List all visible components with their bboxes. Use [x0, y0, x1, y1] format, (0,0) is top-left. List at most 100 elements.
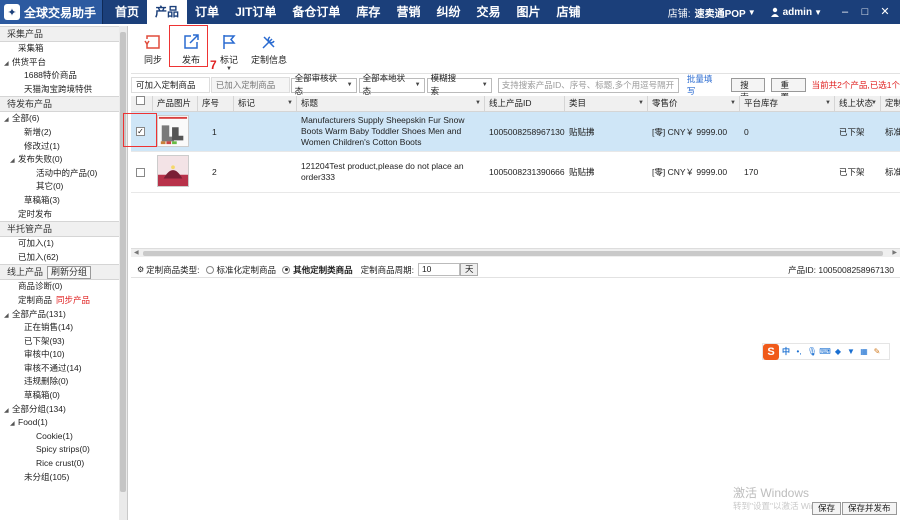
close-icon[interactable]: ✕	[878, 5, 892, 19]
sidebar-item[interactable]: 草稿箱(3)	[0, 194, 127, 208]
col-category[interactable]: 类目 ▼	[565, 96, 648, 112]
sidebar-item[interactable]: 可加入(1)	[0, 237, 127, 251]
table-row[interactable]: 2 121204Test product,please do not place…	[131, 152, 900, 193]
table-horizontal-scrollbar[interactable]: ◀ ▶	[131, 248, 900, 257]
chevron-down-icon[interactable]: ▼	[814, 8, 822, 17]
product-thumbnail-cake[interactable]	[157, 155, 189, 187]
sidebar-item[interactable]: Spicy strips(0)	[0, 443, 127, 457]
skin-icon[interactable]: ◆	[832, 347, 844, 356]
refresh-groups-button[interactable]: 刷新分组	[47, 265, 92, 279]
nav-products[interactable]: 产品	[147, 0, 188, 24]
search-button[interactable]: 搜索	[731, 78, 766, 102]
scroll-right-icon[interactable]: ▶	[892, 249, 897, 258]
sidebar-section-header[interactable]: 待发布产品	[0, 96, 127, 113]
tool-icon[interactable]: ✎	[871, 347, 883, 356]
custom-info-button[interactable]: 定制信息	[247, 30, 291, 70]
nav-inventory[interactable]: 库存	[348, 0, 388, 24]
col-status[interactable]: 线上状态 ▼	[835, 96, 881, 112]
nav-images[interactable]: 图片	[508, 0, 548, 24]
expand-triangle-icon[interactable]: ◢	[4, 310, 12, 324]
batch-fill-link[interactable]: 批量填写	[687, 73, 719, 97]
sidebar-item[interactable]: 商品诊断(0)	[0, 280, 127, 294]
sidebar-item[interactable]: ◢ 发布失败(0)	[0, 153, 127, 167]
sidebar-item[interactable]: Cookie(1)	[0, 430, 127, 444]
sidebar-item[interactable]: 天猫淘宝跨境特供	[0, 83, 127, 97]
sogou-logo-icon[interactable]: S	[763, 343, 779, 360]
sidebar-item[interactable]: 定时发布	[0, 208, 127, 222]
col-product-id[interactable]: 线上产品ID	[485, 96, 565, 112]
nav-orders[interactable]: 订单	[187, 0, 227, 24]
scrollbar-thumb[interactable]	[143, 251, 883, 256]
ime-toolbar[interactable]: S 中 •, 🎙︎ ⌨ ◆ ▼ ▦ ✎	[762, 343, 890, 360]
sidebar-item[interactable]: 新增(2)	[0, 126, 127, 140]
search-mode-select[interactable]: 模糊搜索 ▼	[426, 73, 492, 96]
row-checkbox[interactable]	[136, 167, 145, 177]
scrollbar-thumb[interactable]	[120, 32, 126, 492]
save-button[interactable]: 保存	[812, 502, 842, 515]
sidebar-item[interactable]: ◢ Food(1)	[0, 416, 127, 430]
nav-disputes[interactable]: 纠纷	[428, 0, 468, 24]
radio-other[interactable]	[282, 265, 291, 274]
sidebar-item[interactable]: 已下架(93)	[0, 335, 127, 349]
tab-can-add[interactable]: 可加入定制商品 (2)	[131, 77, 210, 105]
expand-triangle-icon[interactable]: ◢	[4, 114, 12, 128]
punctuation-icon[interactable]: •,	[793, 347, 805, 356]
nav-home[interactable]: 首页	[107, 0, 147, 24]
sidebar-item[interactable]: 草稿箱(0)	[0, 389, 127, 403]
shop-selector[interactable]: 速卖通POP	[695, 5, 746, 20]
col-stock[interactable]: 平台库存 ▼	[740, 96, 835, 112]
nav-transactions[interactable]: 交易	[468, 0, 508, 24]
col-mark[interactable]: 标记 ▼	[234, 96, 297, 112]
select-all-checkbox[interactable]	[136, 96, 145, 105]
local-status-select[interactable]: 全部本地状态 ▼	[358, 73, 425, 96]
expand-triangle-icon[interactable]: ◢	[10, 155, 18, 169]
nav-stock-orders[interactable]: 备仓订单	[284, 0, 348, 24]
sidebar-item[interactable]: 未分组(105)	[0, 471, 127, 485]
audit-status-select[interactable]: 全部审核状态 ▼	[290, 73, 357, 96]
tab-added[interactable]: 已加入定制商品 (3)	[210, 77, 290, 105]
col-index[interactable]: 序号	[198, 96, 234, 112]
maximize-icon[interactable]: □	[858, 5, 872, 19]
keyboard-icon[interactable]: ⌨	[819, 347, 831, 356]
sync-products-link[interactable]: 同步产品	[56, 295, 90, 305]
expand-triangle-icon[interactable]: ◢	[4, 58, 12, 72]
save-publish-button[interactable]: 保存并发布	[842, 502, 897, 515]
col-title[interactable]: 标题 ▼	[297, 96, 485, 112]
sidebar-item[interactable]: 1688特价商品	[0, 69, 127, 83]
period-input[interactable]: 10	[417, 263, 460, 276]
minimize-icon[interactable]: –	[838, 5, 852, 19]
sidebar-item[interactable]: 活动中的产品(0)	[0, 167, 127, 181]
sidebar-section-header[interactable]: 线上产品 刷新分组	[0, 264, 127, 281]
shirt-icon[interactable]: ▼	[845, 347, 857, 356]
nav-stores[interactable]: 店铺	[549, 0, 589, 24]
reset-button[interactable]: 重置	[771, 78, 806, 102]
user-menu[interactable]: admin	[783, 7, 812, 18]
sidebar-item[interactable]: Rice crust(0)	[0, 457, 127, 471]
sidebar-scrollbar[interactable]	[119, 26, 127, 520]
sidebar-item[interactable]: ◢ 供货平台	[0, 56, 127, 70]
search-input[interactable]: 支持搜索产品ID、序号、标题,多个用逗号隔开	[497, 77, 679, 93]
sidebar-item[interactable]: 审核不通过(14)	[0, 362, 127, 376]
sidebar-item[interactable]: 审核中(10)	[0, 348, 127, 362]
mic-icon[interactable]: 🎙︎	[806, 347, 818, 356]
sidebar-item[interactable]: ◢ 全部分组(134)	[0, 403, 127, 417]
grid-icon[interactable]: ▦	[858, 347, 870, 356]
sidebar-item[interactable]: 已加入(62)	[0, 251, 127, 265]
expand-triangle-icon[interactable]: ◢	[10, 418, 18, 432]
sidebar-section-header[interactable]: 采集产品	[0, 26, 127, 42]
col-custom[interactable]: 定制	[881, 96, 900, 112]
nav-marketing[interactable]: 营销	[388, 0, 428, 24]
radio-standard[interactable]	[205, 265, 214, 274]
nav-jit-orders[interactable]: JIT订单	[227, 0, 284, 24]
table-row[interactable]: ✓ 1 Manufacturers Supply Sheepskin Fur S…	[131, 112, 900, 152]
sidebar-item[interactable]: 修改过(1)	[0, 140, 127, 154]
sidebar-item[interactable]: 其它(0)	[0, 180, 127, 194]
sidebar-item[interactable]: 采集箱	[0, 42, 127, 56]
sidebar-item[interactable]: ◢ 全部(6)	[0, 112, 127, 126]
sync-button[interactable]: 同步	[135, 30, 171, 70]
sidebar-item[interactable]: ◢ 全部产品(131)	[0, 308, 127, 322]
sidebar-item[interactable]: 违规删除(0)	[0, 375, 127, 389]
sidebar-item[interactable]: 正在销售(14)	[0, 321, 127, 335]
product-thumbnail-boots[interactable]	[157, 114, 189, 147]
ime-language-toggle[interactable]: 中	[780, 346, 792, 357]
